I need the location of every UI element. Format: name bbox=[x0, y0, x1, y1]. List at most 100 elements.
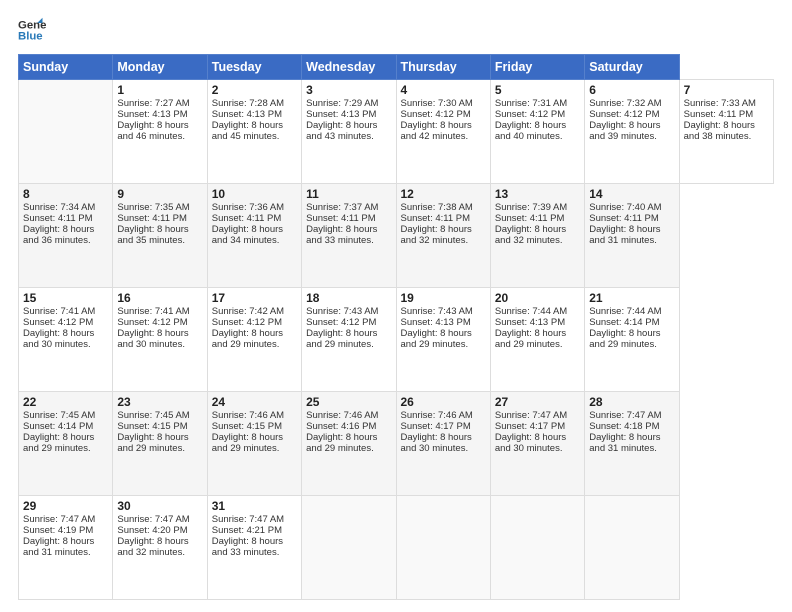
calendar-cell: 16Sunrise: 7:41 AMSunset: 4:12 PMDayligh… bbox=[113, 288, 207, 392]
header: General Blue bbox=[18, 16, 774, 44]
day-of-week-header: Sunday bbox=[19, 55, 113, 80]
sunset-text: Sunset: 4:13 PM bbox=[212, 109, 282, 120]
daylight-text: Daylight: 8 hours and 29 minutes. bbox=[306, 328, 377, 350]
sunrise-text: Sunrise: 7:45 AM bbox=[23, 410, 95, 421]
sunrise-text: Sunrise: 7:47 AM bbox=[117, 514, 189, 525]
daylight-text: Daylight: 8 hours and 40 minutes. bbox=[495, 120, 566, 142]
day-number: 9 bbox=[117, 187, 202, 201]
sunrise-text: Sunrise: 7:40 AM bbox=[589, 202, 661, 213]
sunset-text: Sunset: 4:12 PM bbox=[495, 109, 565, 120]
sunrise-text: Sunrise: 7:31 AM bbox=[495, 98, 567, 109]
daylight-text: Daylight: 8 hours and 29 minutes. bbox=[212, 432, 283, 454]
sunset-text: Sunset: 4:11 PM bbox=[589, 213, 659, 224]
sunset-text: Sunset: 4:15 PM bbox=[212, 421, 282, 432]
calendar-page: General Blue SundayMondayTuesdayWednesda… bbox=[0, 0, 792, 612]
day-number: 3 bbox=[306, 83, 391, 97]
sunset-text: Sunset: 4:11 PM bbox=[117, 213, 187, 224]
sunset-text: Sunset: 4:11 PM bbox=[684, 109, 754, 120]
logo-icon: General Blue bbox=[18, 16, 46, 44]
calendar-cell: 20Sunrise: 7:44 AMSunset: 4:13 PMDayligh… bbox=[490, 288, 584, 392]
daylight-text: Daylight: 8 hours and 43 minutes. bbox=[306, 120, 377, 142]
calendar-cell: 31Sunrise: 7:47 AMSunset: 4:21 PMDayligh… bbox=[207, 496, 301, 600]
sunrise-text: Sunrise: 7:44 AM bbox=[589, 306, 661, 317]
sunrise-text: Sunrise: 7:47 AM bbox=[212, 514, 284, 525]
daylight-text: Daylight: 8 hours and 35 minutes. bbox=[117, 224, 188, 246]
sunset-text: Sunset: 4:21 PM bbox=[212, 525, 282, 536]
calendar-cell bbox=[490, 496, 584, 600]
calendar-cell: 21Sunrise: 7:44 AMSunset: 4:14 PMDayligh… bbox=[585, 288, 679, 392]
daylight-text: Daylight: 8 hours and 32 minutes. bbox=[117, 536, 188, 558]
daylight-text: Daylight: 8 hours and 32 minutes. bbox=[401, 224, 472, 246]
calendar-cell: 24Sunrise: 7:46 AMSunset: 4:15 PMDayligh… bbox=[207, 392, 301, 496]
sunrise-text: Sunrise: 7:47 AM bbox=[23, 514, 95, 525]
sunset-text: Sunset: 4:12 PM bbox=[117, 317, 187, 328]
daylight-text: Daylight: 8 hours and 29 minutes. bbox=[589, 328, 660, 350]
sunrise-text: Sunrise: 7:43 AM bbox=[401, 306, 473, 317]
day-of-week-header: Saturday bbox=[585, 55, 679, 80]
day-number: 24 bbox=[212, 395, 297, 409]
daylight-text: Daylight: 8 hours and 29 minutes. bbox=[117, 432, 188, 454]
daylight-text: Daylight: 8 hours and 39 minutes. bbox=[589, 120, 660, 142]
day-number: 31 bbox=[212, 499, 297, 513]
day-number: 7 bbox=[684, 83, 769, 97]
sunrise-text: Sunrise: 7:37 AM bbox=[306, 202, 378, 213]
sunrise-text: Sunrise: 7:38 AM bbox=[401, 202, 473, 213]
calendar-cell: 10Sunrise: 7:36 AMSunset: 4:11 PMDayligh… bbox=[207, 184, 301, 288]
calendar-cell: 17Sunrise: 7:42 AMSunset: 4:12 PMDayligh… bbox=[207, 288, 301, 392]
sunset-text: Sunset: 4:12 PM bbox=[306, 317, 376, 328]
calendar-cell: 27Sunrise: 7:47 AMSunset: 4:17 PMDayligh… bbox=[490, 392, 584, 496]
sunrise-text: Sunrise: 7:35 AM bbox=[117, 202, 189, 213]
sunrise-text: Sunrise: 7:47 AM bbox=[589, 410, 661, 421]
day-number: 30 bbox=[117, 499, 202, 513]
sunset-text: Sunset: 4:20 PM bbox=[117, 525, 187, 536]
sunrise-text: Sunrise: 7:39 AM bbox=[495, 202, 567, 213]
sunrise-text: Sunrise: 7:34 AM bbox=[23, 202, 95, 213]
calendar-cell: 15Sunrise: 7:41 AMSunset: 4:12 PMDayligh… bbox=[19, 288, 113, 392]
sunrise-text: Sunrise: 7:46 AM bbox=[212, 410, 284, 421]
daylight-text: Daylight: 8 hours and 45 minutes. bbox=[212, 120, 283, 142]
day-number: 1 bbox=[117, 83, 202, 97]
calendar-cell: 13Sunrise: 7:39 AMSunset: 4:11 PMDayligh… bbox=[490, 184, 584, 288]
day-number: 8 bbox=[23, 187, 108, 201]
daylight-text: Daylight: 8 hours and 30 minutes. bbox=[401, 432, 472, 454]
day-of-week-header: Wednesday bbox=[302, 55, 396, 80]
calendar-table: SundayMondayTuesdayWednesdayThursdayFrid… bbox=[18, 54, 774, 600]
calendar-cell bbox=[302, 496, 396, 600]
sunset-text: Sunset: 4:13 PM bbox=[401, 317, 471, 328]
daylight-text: Daylight: 8 hours and 42 minutes. bbox=[401, 120, 472, 142]
sunset-text: Sunset: 4:12 PM bbox=[212, 317, 282, 328]
sunset-text: Sunset: 4:12 PM bbox=[589, 109, 659, 120]
sunrise-text: Sunrise: 7:41 AM bbox=[23, 306, 95, 317]
day-number: 12 bbox=[401, 187, 486, 201]
day-number: 17 bbox=[212, 291, 297, 305]
day-number: 14 bbox=[589, 187, 674, 201]
day-number: 21 bbox=[589, 291, 674, 305]
calendar-cell: 30Sunrise: 7:47 AMSunset: 4:20 PMDayligh… bbox=[113, 496, 207, 600]
sunrise-text: Sunrise: 7:43 AM bbox=[306, 306, 378, 317]
empty-cell bbox=[19, 80, 113, 184]
calendar-cell: 3Sunrise: 7:29 AMSunset: 4:13 PMDaylight… bbox=[302, 80, 396, 184]
day-of-week-header: Monday bbox=[113, 55, 207, 80]
calendar-cell: 1Sunrise: 7:27 AMSunset: 4:13 PMDaylight… bbox=[113, 80, 207, 184]
day-number: 20 bbox=[495, 291, 580, 305]
daylight-text: Daylight: 8 hours and 30 minutes. bbox=[495, 432, 566, 454]
daylight-text: Daylight: 8 hours and 30 minutes. bbox=[23, 328, 94, 350]
daylight-text: Daylight: 8 hours and 29 minutes. bbox=[401, 328, 472, 350]
day-number: 5 bbox=[495, 83, 580, 97]
daylight-text: Daylight: 8 hours and 38 minutes. bbox=[684, 120, 755, 142]
day-of-week-header: Thursday bbox=[396, 55, 490, 80]
calendar-cell: 22Sunrise: 7:45 AMSunset: 4:14 PMDayligh… bbox=[19, 392, 113, 496]
calendar-cell bbox=[396, 496, 490, 600]
daylight-text: Daylight: 8 hours and 31 minutes. bbox=[589, 432, 660, 454]
sunset-text: Sunset: 4:17 PM bbox=[401, 421, 471, 432]
day-number: 4 bbox=[401, 83, 486, 97]
sunrise-text: Sunrise: 7:46 AM bbox=[306, 410, 378, 421]
sunset-text: Sunset: 4:11 PM bbox=[495, 213, 565, 224]
calendar-cell: 12Sunrise: 7:38 AMSunset: 4:11 PMDayligh… bbox=[396, 184, 490, 288]
calendar-cell: 2Sunrise: 7:28 AMSunset: 4:13 PMDaylight… bbox=[207, 80, 301, 184]
day-of-week-header: Tuesday bbox=[207, 55, 301, 80]
sunset-text: Sunset: 4:11 PM bbox=[212, 213, 282, 224]
sunset-text: Sunset: 4:14 PM bbox=[23, 421, 93, 432]
sunrise-text: Sunrise: 7:30 AM bbox=[401, 98, 473, 109]
logo: General Blue bbox=[18, 16, 46, 44]
